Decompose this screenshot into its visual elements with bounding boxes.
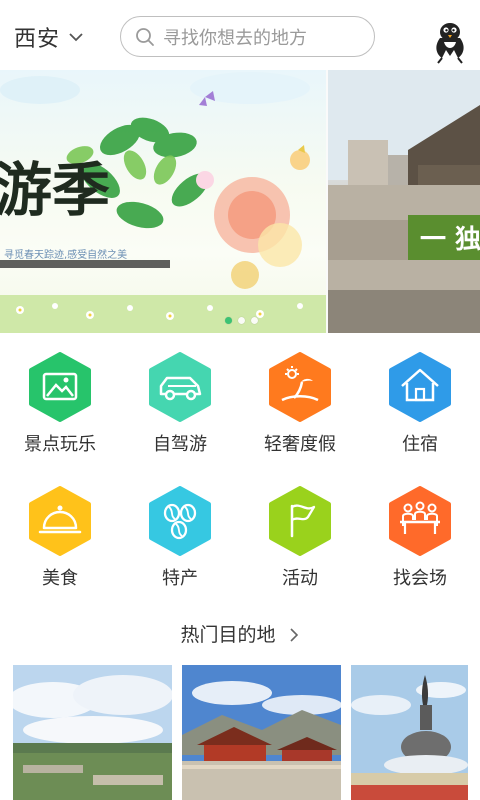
category-label: 活动 xyxy=(282,568,318,589)
banner-caption: 寻觅春天踪迹,感受自然之美 xyxy=(4,250,128,261)
spring-illustration: 游季 xyxy=(0,72,326,333)
flag-icon xyxy=(268,486,332,556)
landscape-thumb xyxy=(13,665,172,800)
carousel-dot-active[interactable] xyxy=(225,317,232,324)
search-icon xyxy=(136,27,154,46)
destination-card[interactable] xyxy=(351,665,468,800)
category-label: 住宿 xyxy=(402,434,438,455)
category-grid: 景点玩乐 自驾游 轻奢度假 住宿 美食 特产 活动 找会场 xyxy=(0,352,480,597)
section-title: 热门目的地 xyxy=(180,624,276,646)
category-lodging[interactable]: 住宿 xyxy=(360,352,480,462)
category-venue[interactable]: 找会场 xyxy=(360,486,480,596)
city-name: 西安 xyxy=(14,27,61,52)
category-self-drive[interactable]: 自驾游 xyxy=(120,352,240,462)
hot-destinations-header[interactable]: 热门目的地 xyxy=(0,620,480,647)
category-label: 美食 xyxy=(42,568,78,589)
car-icon xyxy=(148,352,212,422)
category-label: 轻奢度假 xyxy=(264,434,336,455)
search-input[interactable]: 寻找你想去的地方 xyxy=(120,16,375,57)
category-food[interactable]: 美食 xyxy=(0,486,120,596)
chevron-right-icon xyxy=(289,628,298,642)
category-label: 自驾游 xyxy=(153,434,207,455)
category-luxury-vacation[interactable]: 轻奢度假 xyxy=(240,352,360,462)
banner-slide2-text: 一 独 xyxy=(420,225,480,255)
temple-thumb xyxy=(182,665,341,800)
swallow-mascot-icon[interactable] xyxy=(428,16,472,64)
carousel-indicator xyxy=(225,317,258,324)
destination-card[interactable] xyxy=(13,665,172,800)
category-activity[interactable]: 活动 xyxy=(240,486,360,596)
statue-thumb xyxy=(351,665,468,800)
scenic-photo: 一 独 xyxy=(328,70,480,333)
banner-carousel[interactable]: 游季 寻觅春天踪迹,感受自然之美 一 独 xyxy=(0,70,480,333)
chevron-down-icon xyxy=(69,33,83,42)
destination-card[interactable] xyxy=(182,665,341,800)
category-label: 找会场 xyxy=(393,568,447,589)
banner-title: 游季 xyxy=(0,156,110,224)
carousel-dot[interactable] xyxy=(251,317,258,324)
hot-destinations-list xyxy=(0,665,480,800)
category-label: 景点玩乐 xyxy=(24,434,96,455)
category-label: 特产 xyxy=(162,568,198,589)
meeting-people-icon xyxy=(388,486,452,556)
beach-palm-icon xyxy=(268,352,332,422)
banner-slide-scenic[interactable]: 一 独 xyxy=(328,70,480,333)
coffee-beans-icon xyxy=(148,486,212,556)
search-placeholder: 寻找你想去的地方 xyxy=(163,27,307,49)
top-bar: 西安 寻找你想去的地方 xyxy=(0,0,480,72)
category-specialty[interactable]: 特产 xyxy=(120,486,240,596)
mountain-photo-icon xyxy=(28,352,92,422)
carousel-dot[interactable] xyxy=(238,317,245,324)
house-icon xyxy=(388,352,452,422)
banner-slide-spring[interactable]: 游季 寻觅春天踪迹,感受自然之美 xyxy=(0,70,326,333)
category-sightseeing[interactable]: 景点玩乐 xyxy=(0,352,120,462)
city-selector[interactable]: 西安 xyxy=(14,22,84,52)
food-cloche-icon xyxy=(28,486,92,556)
